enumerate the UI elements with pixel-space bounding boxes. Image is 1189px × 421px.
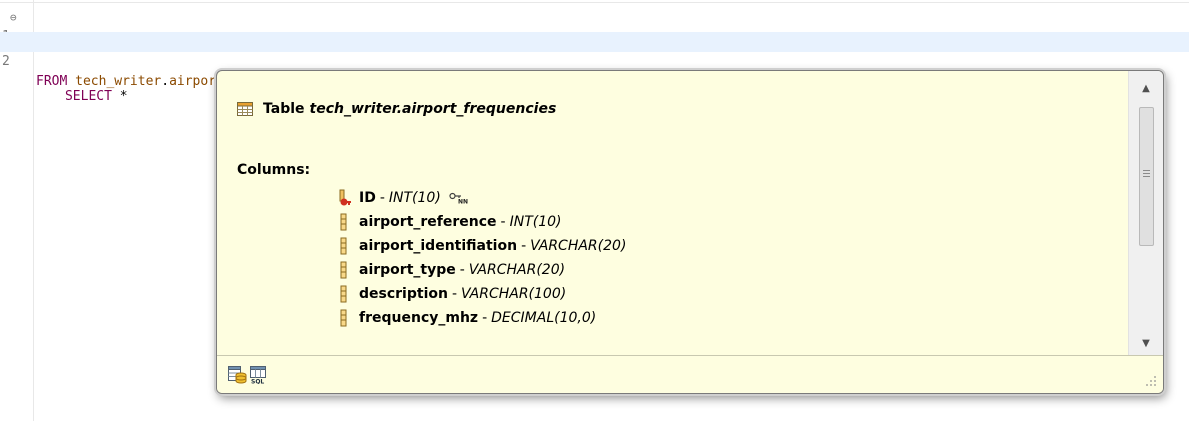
column-name: airport_identifiation xyxy=(359,238,518,254)
column-icon xyxy=(340,213,347,231)
columns-heading: Columns: xyxy=(237,162,311,178)
popup-title: Table tech_writer.airport_frequencies xyxy=(237,98,556,120)
table-info-popup[interactable]: Table tech_writer.airport_frequencies Co… xyxy=(216,70,1164,394)
column-separator: - xyxy=(379,190,385,206)
table-icon xyxy=(237,102,253,116)
svg-text:SQL: SQL xyxy=(251,379,264,385)
resize-grip-icon[interactable] xyxy=(1145,375,1157,387)
column-name: frequency_mhz xyxy=(359,310,479,326)
column-row: ID - INT(10) NN xyxy=(337,187,469,209)
column-type: INT(10) xyxy=(388,190,441,206)
dot-separator: . xyxy=(161,74,170,89)
schema-name: tech_writer xyxy=(75,74,162,89)
popup-toolbar: SQL xyxy=(217,355,1163,393)
scroll-up-arrow-icon[interactable]: ▲ xyxy=(1129,77,1163,99)
column-separator: - xyxy=(451,286,458,302)
column-row: airport_identifiation - VARCHAR(20) xyxy=(337,235,626,257)
column-name: ID xyxy=(359,190,376,206)
primary-key-column-icon xyxy=(339,189,351,206)
title-prefix: Table xyxy=(263,101,305,117)
column-type: DECIMAL(10,0) xyxy=(491,310,597,326)
column-separator: - xyxy=(500,214,506,230)
column-name: description xyxy=(359,286,448,302)
column-type: VARCHAR(100) xyxy=(461,286,567,302)
column-row: frequency_mhz - DECIMAL(10,0) xyxy=(337,307,596,329)
line-number-gutter-divider xyxy=(33,0,34,421)
column-separator: - xyxy=(521,238,527,254)
column-type: VARCHAR(20) xyxy=(530,238,627,254)
scroll-down-arrow-icon[interactable]: ▼ xyxy=(1129,332,1163,354)
column-icon xyxy=(340,237,347,255)
sql-keyword: FROM xyxy=(36,74,68,89)
column-separator: - xyxy=(482,310,488,326)
sql-script-icon[interactable]: SQL xyxy=(249,364,269,384)
column-type: VARCHAR(20) xyxy=(468,262,566,278)
column-icon xyxy=(340,285,347,303)
popup-content: Table tech_writer.airport_frequencies Co… xyxy=(217,71,1127,356)
column-separator: - xyxy=(459,262,465,278)
open-table-icon[interactable] xyxy=(227,364,247,384)
editor-top-border xyxy=(0,2,1189,3)
column-row: description - VARCHAR(100) xyxy=(337,283,566,305)
not-null-key-icon: NN xyxy=(449,192,468,205)
fold-collapse-icon[interactable]: ⊖ xyxy=(10,8,17,28)
title-table-name: tech_writer.airport_frequencies xyxy=(309,101,557,117)
code-line-1[interactable]: 1 ⊖ SELECT * xyxy=(0,7,1189,104)
column-row: airport_type - VARCHAR(20) xyxy=(337,259,565,281)
line-number: 2 xyxy=(2,54,10,69)
column-row: airport_reference - INT(10) xyxy=(337,211,562,233)
column-name: airport_reference xyxy=(359,214,497,230)
column-icon xyxy=(340,309,347,327)
column-name: airport_type xyxy=(359,262,456,278)
vertical-scrollbar[interactable]: ▲ ▼ xyxy=(1128,71,1163,356)
column-type: INT(10) xyxy=(509,214,562,230)
code-line-2[interactable]: 2 FROM tech_writer.airport_frequencies a xyxy=(0,32,1189,89)
svg-text:NN: NN xyxy=(458,199,468,205)
scrollbar-thumb[interactable] xyxy=(1139,107,1154,246)
column-icon xyxy=(340,261,347,279)
scrollbar-grip xyxy=(1143,170,1150,171)
